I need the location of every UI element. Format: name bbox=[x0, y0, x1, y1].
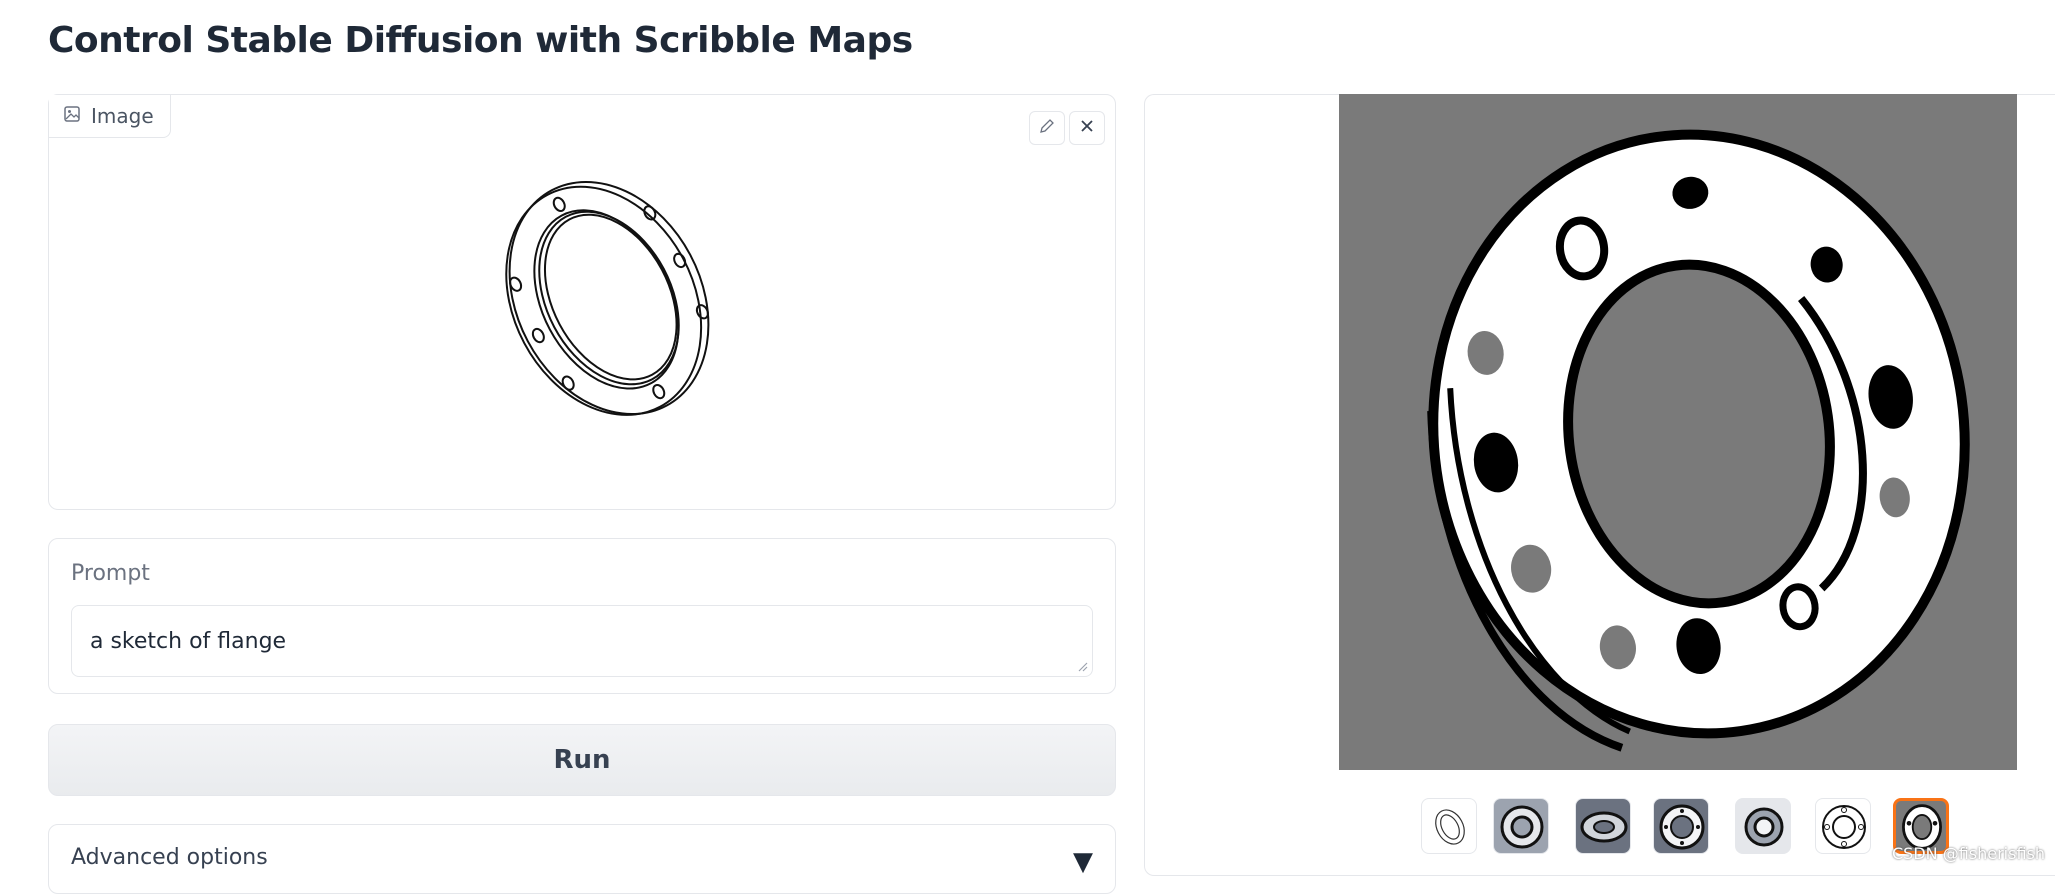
gallery-thumbnail[interactable] bbox=[1493, 798, 1549, 854]
prompt-panel: Prompt a sketch of flange bbox=[48, 538, 1116, 694]
clear-image-button[interactable] bbox=[1069, 111, 1105, 145]
output-gallery-panel: CSDN @fisherisfish bbox=[1144, 94, 2055, 876]
image-icon bbox=[63, 104, 81, 128]
edit-image-button[interactable] bbox=[1029, 111, 1065, 145]
advanced-options-label: Advanced options bbox=[71, 845, 268, 870]
prompt-input-value: a sketch of flange bbox=[90, 628, 287, 654]
prompt-label: Prompt bbox=[71, 561, 150, 586]
advanced-options-accordion[interactable]: Advanced options ▼ bbox=[48, 824, 1116, 894]
input-image-panel[interactable]: Image bbox=[48, 94, 1116, 510]
output-image[interactable] bbox=[1339, 94, 2017, 770]
gallery-thumbnail[interactable] bbox=[1735, 798, 1791, 854]
image-label-tag: Image bbox=[49, 95, 171, 138]
scribble-sketch-image bbox=[505, 180, 710, 416]
watermark: CSDN @fisherisfish bbox=[1891, 844, 2045, 863]
close-icon bbox=[1078, 117, 1096, 139]
page-title: Control Stable Diffusion with Scribble M… bbox=[48, 20, 913, 61]
image-label: Image bbox=[91, 104, 154, 128]
gallery-thumbnail[interactable] bbox=[1575, 798, 1631, 854]
caret-down-icon: ▼ bbox=[1073, 847, 1093, 877]
gallery-thumbnail[interactable] bbox=[1815, 798, 1871, 854]
gallery-thumbnail[interactable] bbox=[1421, 798, 1477, 854]
run-button[interactable]: Run bbox=[48, 724, 1116, 796]
pencil-icon bbox=[1038, 117, 1056, 139]
resize-grip-icon[interactable] bbox=[1076, 660, 1088, 672]
gallery-thumbnail[interactable] bbox=[1653, 798, 1709, 854]
prompt-input[interactable]: a sketch of flange bbox=[71, 605, 1093, 677]
